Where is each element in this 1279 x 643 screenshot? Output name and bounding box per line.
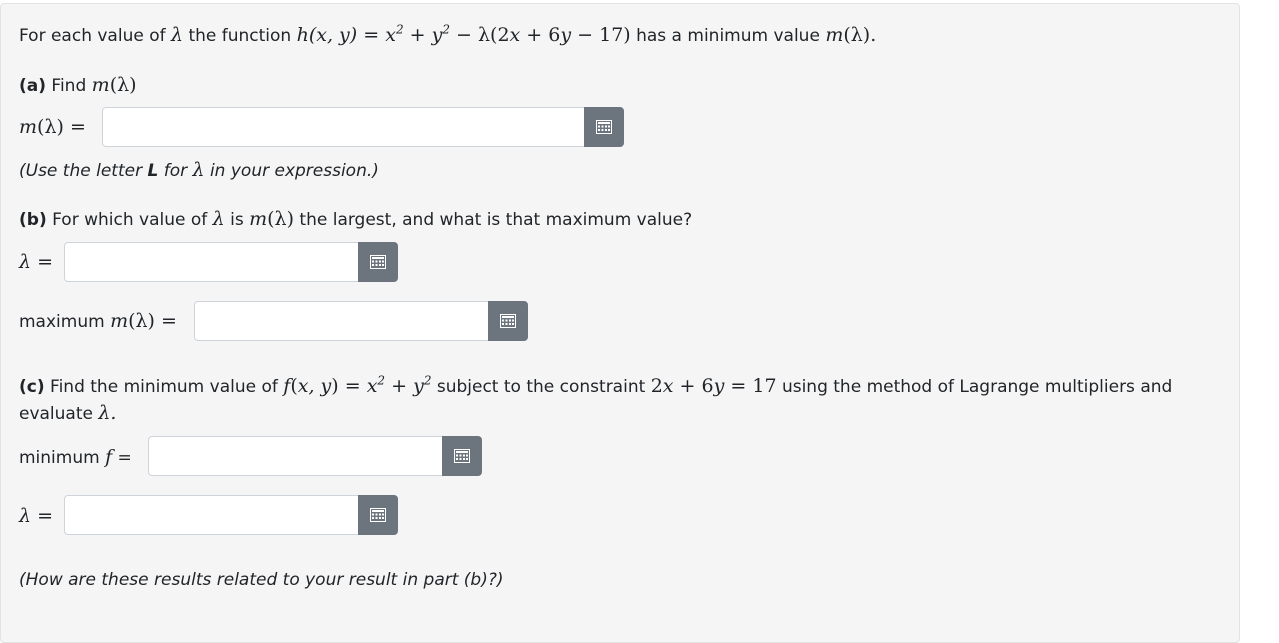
- part-b-heading: (b) For which value of λ is m(λ) the lar…: [19, 207, 692, 232]
- keypad-icon: [370, 255, 386, 269]
- keypad-icon: [500, 314, 516, 328]
- footer-note: (How are these results related to your r…: [19, 570, 504, 590]
- part-b-text-prefix: For which value of: [52, 210, 208, 230]
- part-c-text-suffix: using the method of Lagrange multipliers…: [781, 377, 1173, 397]
- m-lambda-input[interactable]: [103, 108, 585, 146]
- part-c-line2-lambda: λ.: [98, 402, 117, 424]
- part-c-tag: (c): [19, 377, 45, 397]
- max-m-label: maximum m(λ) =: [19, 309, 177, 334]
- hint-mid: for: [163, 161, 188, 181]
- keypad-icon: [454, 449, 470, 463]
- intro-line: For each value of λ the function h(x, y)…: [19, 23, 876, 48]
- keypad-icon: [370, 508, 386, 522]
- m-lambda-label-math: m(λ) =: [19, 116, 86, 138]
- part-b-tag: (b): [19, 210, 47, 230]
- intro-prefix: For each value of: [19, 26, 166, 46]
- part-b-lambda: λ: [212, 208, 225, 230]
- part-a-tag: (a): [19, 76, 47, 96]
- m-lambda-expression: m(λ).: [825, 24, 877, 46]
- part-a-heading: (a) Find m(λ): [19, 73, 137, 98]
- lambda-c-field[interactable]: [64, 495, 360, 535]
- m-lambda-field[interactable]: [102, 107, 586, 147]
- lambda-c-input[interactable]: [65, 496, 359, 534]
- hint-lambda: λ: [192, 159, 205, 181]
- intro-middle: the function: [188, 26, 292, 46]
- min-f-label-eq: =: [117, 448, 132, 468]
- part-b-m-expression: m(λ): [249, 208, 295, 230]
- hint-prefix: (Use the letter: [19, 161, 143, 181]
- part-b-text-is: is: [230, 210, 244, 230]
- max-m-keypad-button[interactable]: [488, 301, 528, 341]
- part-b-text-suffix: the largest, and what is that maximum va…: [299, 210, 693, 230]
- lambda-symbol: λ: [171, 24, 184, 46]
- lambda-c-keypad-button[interactable]: [358, 495, 398, 535]
- intro-suffix: has a minimum value: [636, 26, 820, 46]
- lambda-c-label: λ =: [19, 504, 53, 529]
- hint-suffix: in your expression.): [209, 161, 379, 181]
- constraint-expression: 2x + 6y = 17: [650, 375, 777, 397]
- keypad-icon: [596, 120, 612, 134]
- lambda-b-input[interactable]: [65, 243, 359, 281]
- min-f-label-text: minimum: [19, 448, 100, 468]
- max-m-label-text: maximum: [19, 312, 105, 332]
- m-lambda-keypad-button[interactable]: [584, 107, 624, 147]
- min-f-input[interactable]: [149, 437, 443, 475]
- part-c-heading: (c) Find the minimum value of f(x, y) = …: [19, 374, 1172, 399]
- function-h-expression: h(x, y) = x2 + y2 − λ(2x + 6y − 17): [296, 22, 631, 46]
- part-c-line2-prefix: evaluate: [19, 404, 93, 424]
- part-c-heading-line2: evaluate λ.: [19, 401, 116, 426]
- part-a-text: Find: [51, 76, 87, 96]
- min-f-field[interactable]: [148, 436, 444, 476]
- hint-letter: L: [147, 161, 159, 181]
- lambda-b-keypad-button[interactable]: [358, 242, 398, 282]
- max-m-input[interactable]: [195, 302, 489, 340]
- min-f-label-math: f: [105, 446, 113, 468]
- lambda-c-label-math: λ =: [19, 505, 54, 527]
- part-c-text-prefix: Find the minimum value of: [50, 377, 278, 397]
- part-a-hint: (Use the letter L for λ in your expressi…: [19, 158, 379, 183]
- max-m-label-math: m(λ) =: [110, 310, 177, 332]
- lambda-b-label: λ =: [19, 250, 53, 275]
- min-f-label: minimum f =: [19, 445, 132, 470]
- function-f-expression: f(x, y) = x2 + y2: [283, 373, 432, 397]
- question-card: For each value of λ the function h(x, y)…: [0, 3, 1240, 643]
- max-m-field[interactable]: [194, 301, 490, 341]
- part-a-m-expression: m(λ): [91, 74, 137, 96]
- lambda-b-label-math: λ =: [19, 251, 54, 273]
- min-f-keypad-button[interactable]: [442, 436, 482, 476]
- m-lambda-label: m(λ) =: [19, 115, 86, 140]
- part-c-text-mid: subject to the constraint: [436, 377, 646, 397]
- lambda-b-field[interactable]: [64, 242, 360, 282]
